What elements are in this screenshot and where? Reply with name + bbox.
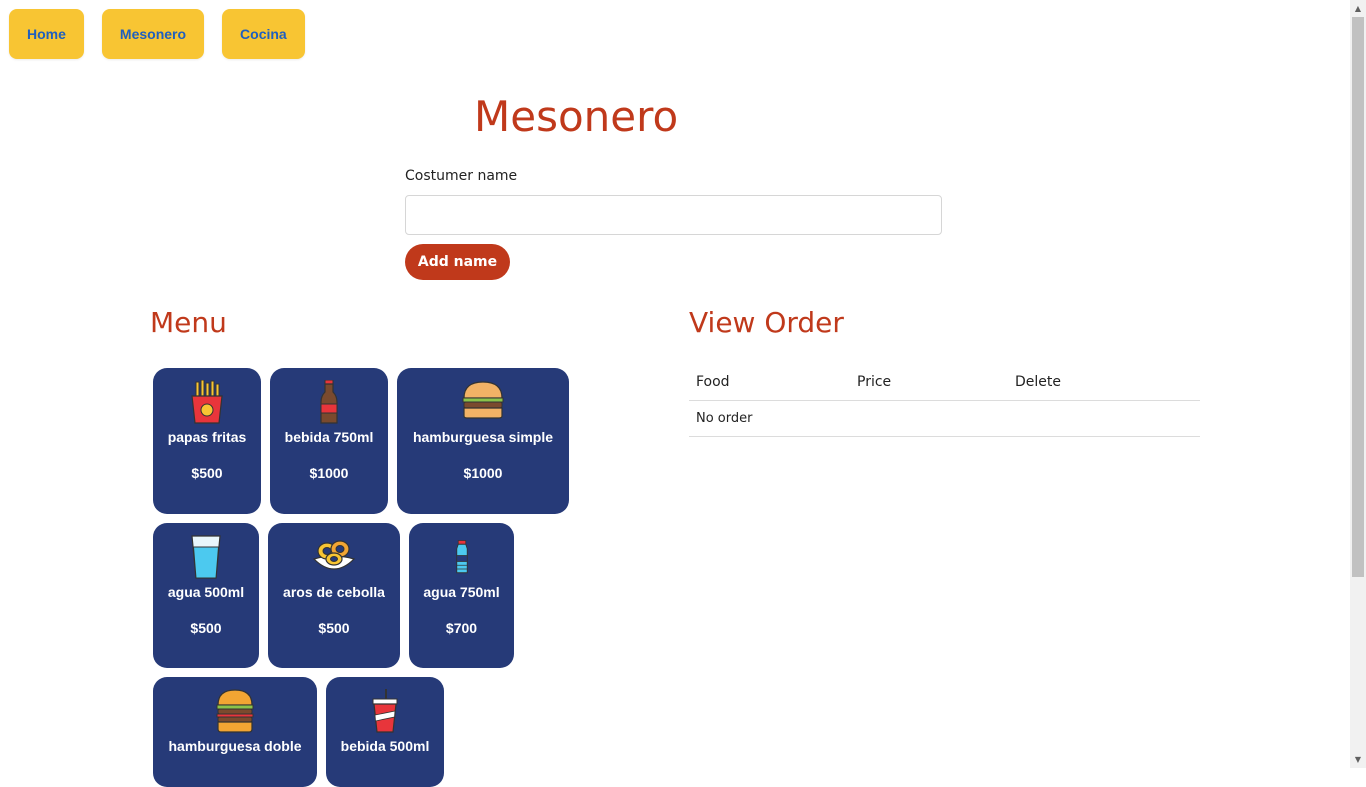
fries-icon	[191, 380, 223, 424]
menu-item-card[interactable]: agua 750ml $700	[409, 523, 514, 668]
top-nav: Home Mesonero Cocina	[9, 9, 305, 59]
customer-name-label: Costumer name	[405, 168, 518, 184]
menu-item-card[interactable]: hamburguesa doble	[153, 677, 317, 787]
menu-item-name: hamburguesa simple	[412, 429, 554, 445]
menu-item-name: bebida 750ml	[284, 429, 374, 445]
cola-bottle-icon	[320, 380, 338, 424]
scrollbar-thumb[interactable]	[1352, 17, 1364, 577]
menu-item-card[interactable]: hamburguesa simple $1000	[397, 368, 569, 514]
menu-item-name: agua 500ml	[167, 584, 245, 600]
menu-item-name: agua 750ml	[423, 584, 500, 600]
home-button[interactable]: Home	[9, 9, 84, 59]
menu-item-name: bebida 500ml	[340, 738, 430, 754]
page-scrollbar[interactable]: ▲ ▼	[1350, 0, 1366, 768]
menu-item-card[interactable]: agua 500ml $500	[153, 523, 259, 668]
menu-item-name: hamburguesa doble	[168, 738, 302, 754]
mesonero-button[interactable]: Mesonero	[101, 9, 205, 59]
menu-item-price: $1000	[463, 465, 503, 481]
menu-item-card[interactable]: papas fritas $500	[153, 368, 261, 514]
add-name-button[interactable]: Add name	[405, 244, 510, 280]
empty-order-text: No order	[689, 400, 1200, 437]
menu-title: Menu	[150, 306, 227, 339]
cocina-button[interactable]: Cocina	[222, 9, 305, 59]
double-burger-icon	[216, 689, 254, 733]
menu-item-price: $500	[318, 620, 350, 636]
scroll-up-icon[interactable]: ▲	[1350, 0, 1366, 17]
scroll-down-icon[interactable]: ▼	[1350, 751, 1366, 768]
column-header-food: Food	[689, 364, 850, 401]
menu-item-name: aros de cebolla	[283, 584, 385, 600]
page-title: Mesonero	[474, 92, 679, 141]
menu-item-name: papas fritas	[167, 429, 247, 445]
soda-cup-icon	[372, 689, 398, 733]
table-row: No order	[689, 400, 1200, 437]
column-header-delete: Delete	[1008, 364, 1200, 401]
order-table-header-row: Food Price Delete	[689, 364, 1200, 401]
menu-item-price: $1000	[309, 465, 349, 481]
menu-item-card[interactable]: aros de cebolla $500	[268, 523, 400, 668]
order-table: Food Price Delete No order	[689, 364, 1200, 437]
menu-item-price: $500	[191, 465, 223, 481]
burger-icon	[462, 381, 504, 419]
view-order-title: View Order	[689, 306, 844, 339]
column-header-price: Price	[850, 364, 1008, 401]
menu-item-card[interactable]: bebida 750ml $1000	[270, 368, 388, 514]
customer-name-input[interactable]	[405, 195, 942, 235]
water-bottle-icon	[455, 540, 468, 574]
onion-rings-icon	[312, 540, 356, 570]
menu-item-price: $700	[445, 620, 478, 636]
water-glass-icon	[191, 535, 221, 579]
menu-item-price: $500	[190, 620, 222, 636]
menu-item-card[interactable]: bebida 500ml	[326, 677, 444, 787]
